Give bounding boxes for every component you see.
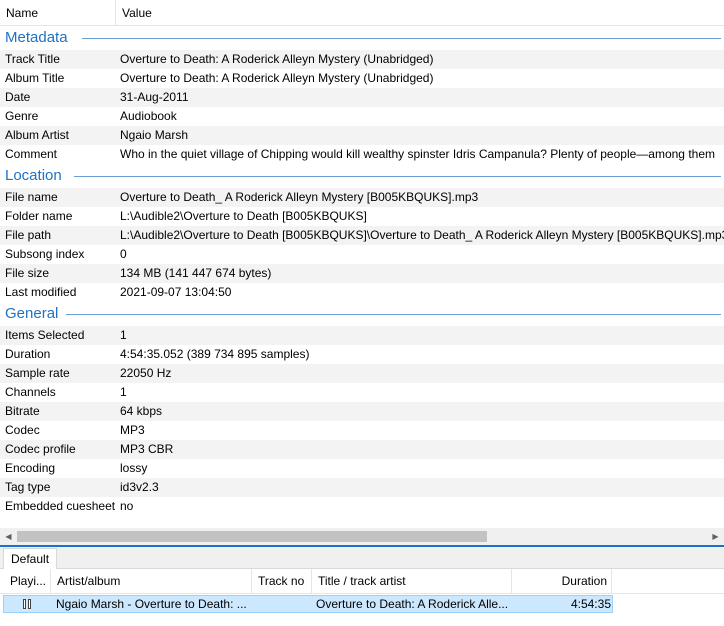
scrollbar-thumb[interactable] [17, 531, 487, 542]
property-row[interactable]: File size 134 MB (141 447 674 bytes) [0, 264, 724, 283]
property-value: id3v2.3 [120, 480, 159, 494]
property-value: 1 [120, 328, 127, 342]
properties-list: Metadata Track Title Overture to Death: A… [0, 26, 724, 516]
property-value: Audiobook [120, 109, 177, 123]
property-value: 0 [120, 247, 127, 261]
property-name: File path [5, 228, 52, 242]
property-name: Tag type [5, 480, 51, 494]
property-name: File size [5, 266, 50, 280]
section-general: General [0, 302, 724, 326]
property-value: 22050 Hz [120, 366, 172, 380]
tab-default[interactable]: Default [3, 548, 58, 570]
track-title: Overture to Death: A Roderick Alle... [316, 597, 509, 611]
column-header-track-no[interactable]: Track no [252, 569, 312, 594]
property-value: L:\Audible2\Overture to Death [B005KBQUK… [120, 228, 724, 242]
property-row[interactable]: Items Selected 1 [0, 326, 724, 345]
property-value: 4:54:35.052 (389 734 895 samples) [120, 347, 310, 361]
section-location: Location [0, 164, 724, 188]
property-value: 134 MB (141 447 674 bytes) [120, 266, 272, 280]
property-row[interactable]: Track Title Overture to Death: A Roderick… [0, 50, 724, 69]
property-name: Codec profile [5, 442, 76, 456]
property-name: File name [5, 190, 58, 204]
column-header-artist-album[interactable]: Artist/album [51, 569, 252, 594]
property-name: Channels [5, 385, 56, 399]
property-name: Comment [5, 147, 58, 161]
property-row[interactable]: Date 31-Aug-2011 [0, 88, 724, 107]
property-row[interactable]: Bitrate 64 kbps [0, 402, 724, 421]
property-row[interactable]: Folder name L:\Audible2\Overture to Death… [0, 207, 724, 226]
property-value: Who in the quiet village of Chipping wou… [120, 147, 715, 161]
section-title: Metadata [5, 29, 68, 46]
playlist-panel: Default Playi... Artist/album Track no T… [0, 547, 724, 626]
track-duration: 4:54:35 [570, 597, 611, 611]
property-row[interactable]: File name Overture to Death_ A Roderick A… [0, 188, 724, 207]
properties-panel: Name Value Metadata Track Title Overture … [0, 0, 724, 546]
property-row[interactable]: Embedded cuesheet no [0, 497, 724, 516]
column-header-duration[interactable]: Duration [512, 569, 612, 594]
property-name: Embedded cuesheet [5, 499, 116, 513]
property-name: Sample rate [5, 366, 70, 380]
property-value: 2021-09-07 13:04:50 [120, 285, 232, 299]
playlist-row[interactable]: Ngaio Marsh - Overture to Death: ... Ove… [3, 595, 613, 613]
properties-header: Name Value [0, 0, 724, 26]
property-row[interactable]: Channels 1 [0, 383, 724, 402]
property-value: Ngaio Marsh [120, 128, 189, 142]
property-value: 31-Aug-2011 [120, 90, 189, 104]
property-name: Items Selected [5, 328, 85, 342]
property-value: Overture to Death: A Roderick Alleyn Mys… [120, 52, 434, 66]
column-header-value[interactable]: Value [116, 0, 724, 26]
column-header-title[interactable]: Title / track artist [312, 569, 512, 594]
property-value: 64 kbps [120, 404, 163, 418]
property-row[interactable]: Genre Audiobook [0, 107, 724, 126]
property-row[interactable]: Comment Who in the quiet village of Chipp… [0, 145, 724, 164]
scroll-right-arrow-icon[interactable]: ▶ [707, 528, 724, 545]
property-row[interactable]: Duration 4:54:35.052 (389 734 895 samples… [0, 345, 724, 364]
property-name: Folder name [5, 209, 73, 223]
property-row[interactable]: File path L:\Audible2\Overture to Death [… [0, 226, 724, 245]
track-artist-album: Ngaio Marsh - Overture to Death: ... [56, 597, 247, 611]
property-row[interactable]: Last modified 2021-09-07 13:04:50 [0, 283, 724, 302]
property-row[interactable]: Album Artist Ngaio Marsh [0, 126, 724, 145]
property-value: 1 [120, 385, 127, 399]
property-row[interactable]: Subsong index 0 [0, 245, 724, 264]
property-row[interactable]: Album Title Overture to Death: A Roderick… [0, 69, 724, 88]
column-header-playing[interactable]: Playi... [4, 569, 51, 594]
section-title: Location [5, 167, 62, 184]
property-name: Date [5, 90, 31, 104]
pause-icon [23, 599, 33, 609]
property-name: Album Artist [5, 128, 70, 142]
horizontal-scrollbar[interactable]: ◀ ▶ [0, 528, 724, 545]
playlist-header: Playi... Artist/album Track no Title / t… [0, 569, 724, 594]
section-divider [82, 38, 721, 39]
property-value: no [120, 499, 134, 513]
column-header-name[interactable]: Name [0, 0, 116, 26]
section-title: General [5, 305, 59, 322]
property-value: MP3 [120, 423, 145, 437]
property-name: Track Title [5, 52, 60, 66]
scroll-left-arrow-icon[interactable]: ◀ [0, 528, 17, 545]
property-name: Genre [5, 109, 39, 123]
property-value: L:\Audible2\Overture to Death [B005KBQUK… [120, 209, 367, 223]
section-divider [74, 176, 721, 177]
property-row[interactable]: Sample rate 22050 Hz [0, 364, 724, 383]
property-row[interactable]: Tag type id3v2.3 [0, 478, 724, 497]
property-row[interactable]: Codec profile MP3 CBR [0, 440, 724, 459]
property-row[interactable]: Encoding lossy [0, 459, 724, 478]
property-name: Codec [5, 423, 40, 437]
property-value: Overture to Death: A Roderick Alleyn Mys… [120, 71, 434, 85]
playlist-tabs: Default [0, 547, 724, 570]
property-value: lossy [120, 461, 148, 475]
property-name: Subsong index [5, 247, 85, 261]
property-name: Last modified [5, 285, 77, 299]
section-divider [66, 314, 721, 315]
property-row[interactable]: Codec MP3 [0, 421, 724, 440]
property-value: MP3 CBR [120, 442, 174, 456]
section-metadata: Metadata [0, 26, 724, 50]
property-name: Album Title [5, 71, 65, 85]
property-name: Duration [5, 347, 51, 361]
property-value: Overture to Death_ A Roderick Alleyn Mys… [120, 190, 479, 204]
property-name: Bitrate [5, 404, 40, 418]
property-name: Encoding [5, 461, 56, 475]
